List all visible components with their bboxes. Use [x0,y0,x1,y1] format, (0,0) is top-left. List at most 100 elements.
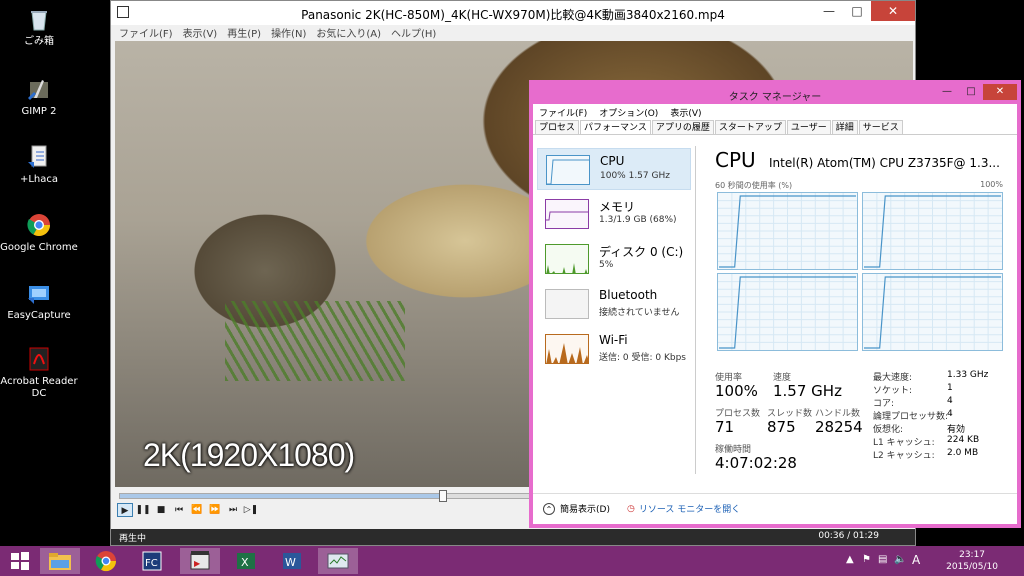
seek-bar-fill [120,494,444,498]
resource-item-bluetooth[interactable]: Bluetooth 接続されていません [537,283,691,325]
desktop-icon-label: Acrobat Reader DC [0,376,78,399]
tab-users[interactable]: ユーザー [786,120,831,134]
spec-value: 1.33 GHz [947,370,989,380]
core-graph-svg [718,193,857,269]
spec-key: コア: [873,399,895,409]
tab-processes[interactable]: プロセス [535,120,580,134]
desktop-icon-gimp[interactable]: GIMP 2 [0,76,78,118]
cpu-detail-panel: CPU Intel(R) Atom(TM) CPU Z3735F@ 1.3...… [715,148,1015,472]
tab-startup[interactable]: スタートアップ [714,120,786,134]
cpu-core-graphs [717,192,1003,352]
player-window-buttons: — □ ✕ [815,1,915,21]
playback-status: 再生中 [119,534,147,544]
play-button[interactable]: ▶ [117,503,133,517]
clock-date: 2015/05/10 [946,562,998,572]
desktop-icon-easycapture[interactable]: EasyCapture [0,280,78,322]
player-statusbar: 再生中 00:36 / 01:29 [111,529,915,545]
frame-step-button[interactable]: ▷❚ [243,503,259,517]
gimp-icon [26,76,52,102]
desktop-icon-chrome[interactable]: Google Chrome [0,212,78,254]
uptime-value: 4:07:02:28 [715,454,797,472]
volume-icon[interactable]: 🔈 [894,554,906,565]
recycle-bin-icon [26,6,52,32]
spec-key: L1 キャッシュ: [873,438,935,448]
desktop-icon-lhaca[interactable]: +Lhaca [0,144,78,186]
taskbar-excel[interactable]: X [226,548,266,574]
next-button[interactable]: ⏭ [225,503,241,517]
tab-app-history[interactable]: アプリの履歴 [651,120,714,134]
clock[interactable]: 23:17 2015/05/10 [946,549,998,573]
tm-menu-options[interactable]: オプション(O) [599,106,658,119]
show-hidden-icons-icon[interactable]: ▲ [846,554,854,565]
pause-button[interactable]: ❚❚ [135,503,151,517]
menu-play[interactable]: 再生(P) [227,25,261,41]
taskbar-fastcopy[interactable]: FC [132,548,172,574]
tab-services[interactable]: サービス [858,120,903,134]
menu-control[interactable]: 操作(N) [271,25,306,41]
close-button[interactable]: ✕ [871,1,915,21]
player-titlebar[interactable]: Panasonic 2K(HC-850M)_4K(HC-WX970M)比較@4K… [111,1,915,25]
player-title: Panasonic 2K(HC-850M)_4K(HC-WX970M)比較@4K… [301,8,725,22]
seek-bar-handle[interactable] [439,490,448,502]
desktop-icon-label: +Lhaca [19,174,59,185]
rewind-button[interactable]: ⏪ [189,503,205,517]
taskbar-task-manager[interactable] [318,548,358,574]
fewer-details-link[interactable]: ⌃ 簡易表示(D) [543,502,610,515]
threads-value: 875 [767,418,796,436]
stop-button[interactable]: ■ [153,503,169,517]
taskbar-explorer[interactable] [40,548,80,574]
media-player-icon: ▶ [190,551,210,570]
forward-button[interactable]: ⏩ [207,503,223,517]
tm-minimize-button[interactable]: — [935,84,959,100]
spec-value: 有効 [947,425,966,435]
menu-help[interactable]: ヘルプ(H) [391,25,436,41]
easycapture-icon [26,280,52,306]
resource-item-wifi[interactable]: Wi-Fi 送信: 0 受信: 0 Kbps [537,328,691,370]
tm-menu-view[interactable]: 表示(V) [670,106,701,119]
resource-item-cpu[interactable]: CPU 100% 1.57 GHz [537,148,691,190]
desktop-icon-acrobat[interactable]: Acrobat Reader DC [0,346,78,400]
task-manager-icon [327,553,349,569]
spec-key: ソケット: [873,386,913,396]
action-center-flag-icon[interactable]: ⚑ [862,554,871,565]
tm-maximize-button[interactable]: □ [959,84,983,100]
menu-file[interactable]: ファイル(F) [119,25,173,41]
explorer-icon [49,553,71,570]
resource-monitor-icon: ◷ [627,503,635,514]
resource-sub: 接続されていません [599,308,680,318]
taskbar-media-player[interactable]: ▶ [180,548,220,574]
menu-favorites[interactable]: お気に入り(A) [316,25,381,41]
spec-value: 224 KB [947,435,980,445]
clock-time: 23:17 [959,550,986,560]
taskbar-word[interactable]: W [272,548,312,574]
tm-menu-file[interactable]: ファイル(F) [539,106,587,119]
resource-monitor-link[interactable]: ◷ リソース モニターを開く [627,502,740,516]
menu-view[interactable]: 表示(V) [183,25,218,41]
previous-button[interactable]: ⏮ [171,503,187,517]
tab-details[interactable]: 詳細 [831,120,858,134]
ime-indicator[interactable]: A [912,553,920,567]
disk-thumbnail-graph [545,244,589,274]
wifi-thumbnail-graph [545,334,589,364]
spec-value: 1 [947,383,953,393]
taskbar-chrome[interactable] [86,548,126,574]
lhaca-icon [26,144,52,170]
resource-item-disk[interactable]: ディスク 0 (C:) 5% [537,238,691,280]
graph-axis-label: 60 秒間の使用率 (%) [715,181,793,190]
resource-sub: 送信: 0 受信: 0 Kbps [599,353,686,363]
tab-performance[interactable]: パフォーマンス [580,120,651,134]
minimize-button[interactable]: — [815,1,843,21]
pane-divider[interactable] [695,146,696,474]
desktop-icon-recycle-bin[interactable]: ごみ箱 [0,6,78,48]
bluetooth-thumbnail-graph [545,289,589,319]
start-button[interactable] [0,548,40,574]
player-menubar: ファイル(F) 表示(V) 再生(P) 操作(N) お気に入り(A) ヘルプ(H… [111,25,915,41]
resource-name: Wi-Fi [599,333,628,347]
desktop-icon-label: Google Chrome [0,242,78,253]
cpu-model: Intel(R) Atom(TM) CPU Z3735F@ 1.3... [769,156,1000,170]
resource-item-memory[interactable]: メモリ 1.3/1.9 GB (68%) [537,193,691,235]
tm-close-button[interactable]: ✕ [983,84,1017,100]
task-manager-titlebar[interactable]: タスク マネージャー — □ ✕ [533,84,1017,104]
maximize-button[interactable]: □ [843,1,871,21]
network-icon[interactable]: ▤ [878,554,887,565]
